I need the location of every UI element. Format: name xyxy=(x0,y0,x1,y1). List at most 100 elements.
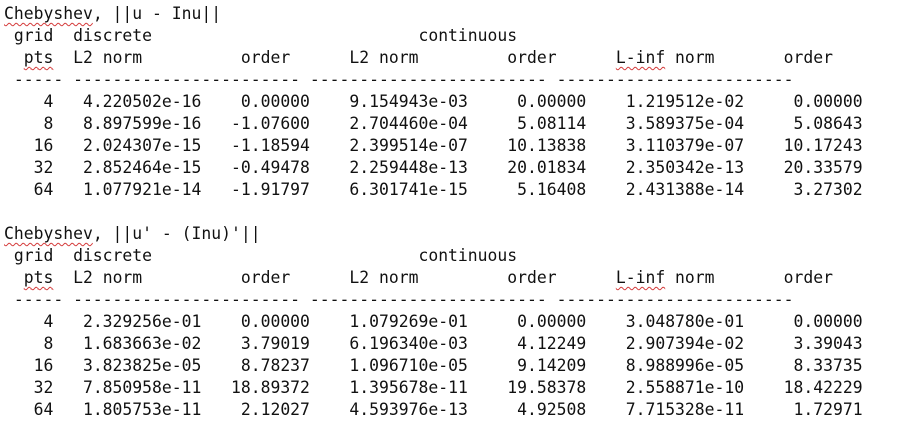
linf-norm-cell: 3.110379e-07 xyxy=(586,136,745,155)
discrete-l2-cell: 1.077921e-14 xyxy=(53,180,202,199)
pts-label: pts xyxy=(23,268,54,287)
linf-order-cell: 8.33735 xyxy=(744,356,863,375)
linf-norm-cell: 2.350342e-13 xyxy=(586,158,745,177)
grid-pts-cell: 32 xyxy=(4,158,54,177)
linf-label: L-inf xyxy=(615,48,666,67)
discrete-l2-cell: 2.852464e-15 xyxy=(53,158,202,177)
continuous-order-cell: 19.58378 xyxy=(467,378,587,397)
column-header: pts L2 norm order L2 norm order L-inf no… xyxy=(23,48,833,67)
grid-pts-cell: 8 xyxy=(4,334,54,353)
continuous-order-cell: 4.12249 xyxy=(467,334,587,353)
discrete-l2-cell: 1.805753e-11 xyxy=(53,400,202,419)
linf-norm-cell: 3.589375e-04 xyxy=(586,114,745,133)
column-group-header: grid discrete continuous xyxy=(4,246,518,265)
discrete-l2-cell: 2.024307e-15 xyxy=(53,136,202,155)
table-row: 4 4.220502e-16 0.00000 9.154943e-03 0.00… xyxy=(4,91,863,113)
data-rows: 4 4.220502e-16 0.00000 9.154943e-03 0.00… xyxy=(4,91,863,201)
continuous-l2-cell: 2.259448e-13 xyxy=(309,158,468,177)
continuous-l2-cell: 2.399514e-07 xyxy=(309,136,468,155)
continuous-order-cell: 9.14209 xyxy=(467,356,587,375)
continuous-l2-cell: 2.704460e-04 xyxy=(309,114,468,133)
linf-norm-cell: 2.558871e-10 xyxy=(586,378,745,397)
discrete-order-cell: -1.91797 xyxy=(201,180,310,199)
title-expression: , ||u - Inu|| xyxy=(92,4,222,23)
pts-label: pts xyxy=(23,48,54,67)
table-row: 32 7.850958e-11 18.89372 1.395678e-11 19… xyxy=(4,377,863,399)
discrete-l2-cell: 2.329256e-01 xyxy=(53,312,202,331)
separator-line: ----- ----------------------- ----------… xyxy=(4,70,794,89)
linf-order-cell: 3.27302 xyxy=(744,180,863,199)
discrete-order-cell: -0.49478 xyxy=(201,158,310,177)
discrete-order-cell: 0.00000 xyxy=(201,312,310,331)
column-header: pts L2 norm order L2 norm order L-inf no… xyxy=(23,268,833,287)
linf-norm-cell: 7.715328e-11 xyxy=(586,400,745,419)
grid-pts-cell: 64 xyxy=(4,400,54,419)
continuous-order-cell: 0.00000 xyxy=(467,312,587,331)
data-rows: 4 2.329256e-01 0.00000 1.079269e-01 0.00… xyxy=(4,311,863,421)
linf-order-cell: 5.08643 xyxy=(744,114,863,133)
continuous-l2-cell: 1.096710e-05 xyxy=(309,356,468,375)
grid-pts-cell: 16 xyxy=(4,136,54,155)
table-row: 16 2.024307e-15 -1.18594 2.399514e-07 10… xyxy=(4,135,863,157)
convergence-output: Chebyshev, ||u - Inu|| grid discrete con… xyxy=(4,3,863,421)
continuous-order-cell: 5.16408 xyxy=(467,180,587,199)
table-row: 8 8.897599e-16 -1.07600 2.704460e-04 5.0… xyxy=(4,113,863,135)
table-row: 64 1.805753e-11 2.12027 4.593976e-13 4.9… xyxy=(4,399,863,421)
table-row: 16 3.823825e-05 8.78237 1.096710e-05 9.1… xyxy=(4,355,863,377)
linf-order-cell: 0.00000 xyxy=(744,312,863,331)
discrete-l2-cell: 7.850958e-11 xyxy=(53,378,202,397)
continuous-order-cell: 10.13838 xyxy=(467,136,587,155)
continuous-order-cell: 0.00000 xyxy=(467,92,587,111)
linf-norm-cell: 3.048780e-01 xyxy=(586,312,745,331)
linf-order-cell: 10.17243 xyxy=(744,136,863,155)
continuous-order-cell: 20.01834 xyxy=(467,158,587,177)
discrete-order-cell: 0.00000 xyxy=(201,92,310,111)
continuous-order-cell: 4.92508 xyxy=(467,400,587,419)
continuous-l2-cell: 9.154943e-03 xyxy=(309,92,468,111)
continuous-l2-cell: 6.301741e-15 xyxy=(309,180,468,199)
title-word: Chebyshev xyxy=(4,224,93,243)
discrete-l2-cell: 3.823825e-05 xyxy=(53,356,202,375)
grid-pts-cell: 16 xyxy=(4,356,54,375)
discrete-order-cell: -1.18594 xyxy=(201,136,310,155)
section-title: Chebyshev, ||u - Inu|| xyxy=(4,3,863,25)
discrete-order-cell: 18.89372 xyxy=(201,378,310,397)
separator-line: ----- ----------------------- ----------… xyxy=(4,290,794,309)
continuous-order-cell: 5.08114 xyxy=(467,114,587,133)
grid-pts-cell: 4 xyxy=(4,92,54,111)
discrete-order-cell: 2.12027 xyxy=(201,400,310,419)
linf-norm-cell: 2.431388e-14 xyxy=(586,180,745,199)
linf-order-cell: 20.33579 xyxy=(744,158,863,177)
linf-order-cell: 18.42229 xyxy=(744,378,863,397)
linf-norm-cell: 2.907394e-02 xyxy=(586,334,745,353)
continuous-l2-cell: 4.593976e-13 xyxy=(309,400,468,419)
discrete-order-cell: -1.07600 xyxy=(201,114,310,133)
table-row: 32 2.852464e-15 -0.49478 2.259448e-13 20… xyxy=(4,157,863,179)
grid-pts-cell: 32 xyxy=(4,378,54,397)
linf-norm-cell: 1.219512e-02 xyxy=(586,92,745,111)
table-row: 8 1.683663e-02 3.79019 6.196340e-03 4.12… xyxy=(4,333,863,355)
linf-order-cell: 3.39043 xyxy=(744,334,863,353)
discrete-order-cell: 8.78237 xyxy=(201,356,310,375)
table-row: 4 2.329256e-01 0.00000 1.079269e-01 0.00… xyxy=(4,311,863,333)
section-title: Chebyshev, ||u' - (Inu)'|| xyxy=(4,223,863,245)
table-row: 64 1.077921e-14 -1.91797 6.301741e-15 5.… xyxy=(4,179,863,201)
discrete-l2-cell: 1.683663e-02 xyxy=(53,334,202,353)
linf-norm-cell: 8.988996e-05 xyxy=(586,356,745,375)
linf-label: L-inf xyxy=(615,268,666,287)
discrete-l2-cell: 4.220502e-16 xyxy=(53,92,202,111)
continuous-l2-cell: 1.079269e-01 xyxy=(309,312,468,331)
grid-pts-cell: 64 xyxy=(4,180,54,199)
title-word: Chebyshev xyxy=(4,4,93,23)
discrete-l2-cell: 8.897599e-16 xyxy=(53,114,202,133)
column-group-header: grid discrete continuous xyxy=(4,26,518,45)
linf-order-cell: 1.72971 xyxy=(744,400,863,419)
grid-pts-cell: 8 xyxy=(4,114,54,133)
continuous-l2-cell: 1.395678e-11 xyxy=(309,378,468,397)
grid-pts-cell: 4 xyxy=(4,312,54,331)
title-expression: , ||u' - (Inu)'|| xyxy=(92,224,261,243)
discrete-order-cell: 3.79019 xyxy=(201,334,310,353)
linf-order-cell: 0.00000 xyxy=(744,92,863,111)
continuous-l2-cell: 6.196340e-03 xyxy=(309,334,468,353)
